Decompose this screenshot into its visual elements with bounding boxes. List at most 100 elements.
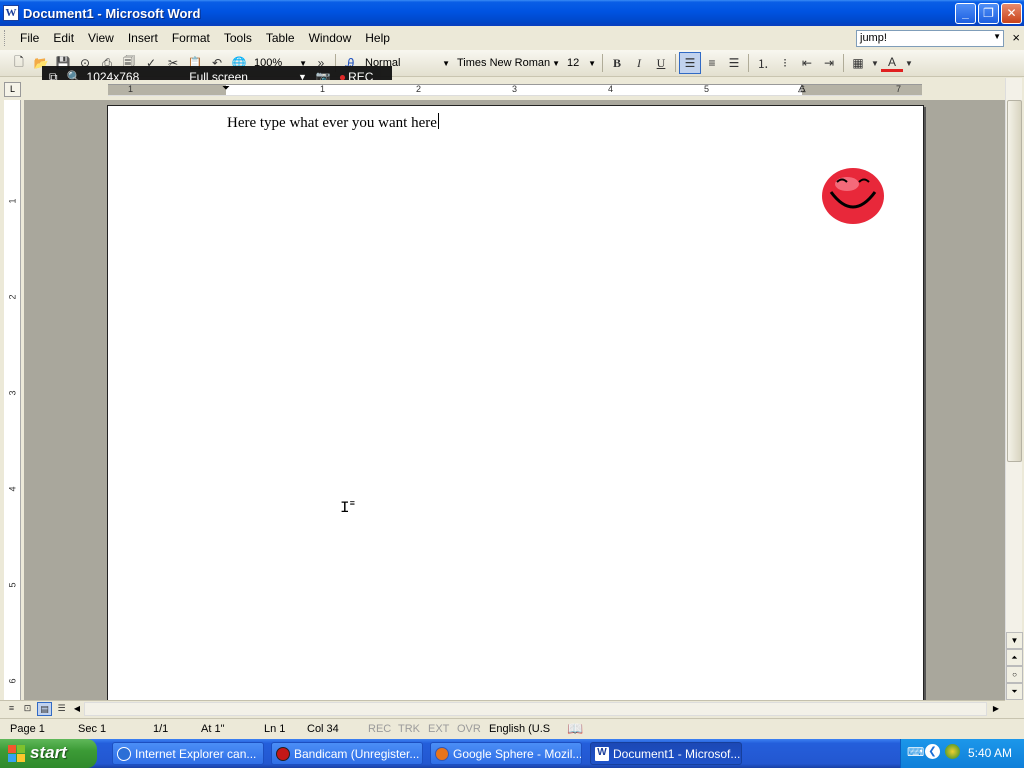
document-text-line[interactable]: Here type what ever you want here bbox=[227, 113, 439, 132]
next-page-icon[interactable]: ⏷ bbox=[1006, 683, 1023, 700]
chevron-down-icon[interactable]: ▼ bbox=[903, 52, 915, 74]
toolbar-separator bbox=[748, 54, 749, 72]
tab-selector-button[interactable]: L bbox=[4, 82, 21, 97]
chevron-down-icon[interactable]: ▼ bbox=[552, 59, 560, 68]
document-area: Here type what ever you want here I≡ bbox=[24, 100, 1005, 700]
status-rec[interactable]: REC bbox=[368, 723, 391, 735]
text-caret bbox=[437, 113, 439, 129]
smiley-face-image[interactable] bbox=[821, 167, 885, 225]
menu-view[interactable]: View bbox=[81, 29, 121, 47]
scroll-thumb[interactable] bbox=[1007, 100, 1022, 462]
firefox-icon bbox=[435, 747, 449, 761]
align-left-icon[interactable]: ☰ bbox=[679, 52, 701, 74]
scroll-right-arrow-icon[interactable]: ▶ bbox=[989, 702, 1003, 716]
menu-window[interactable]: Window bbox=[302, 29, 359, 47]
menu-file[interactable]: File bbox=[13, 29, 46, 47]
spelling-status-icon[interactable]: 📖 bbox=[567, 721, 583, 737]
ruler-number: 4 bbox=[608, 84, 614, 94]
start-label: start bbox=[30, 743, 67, 762]
status-at: At 1" bbox=[201, 723, 225, 735]
new-document-icon[interactable]: 🗋 bbox=[8, 52, 30, 74]
chevron-down-icon[interactable]: ▼ bbox=[869, 52, 881, 74]
title-bar: W Document1 - Microsoft Word _ ❐ ✕ bbox=[0, 0, 1024, 26]
word-app-icon[interactable]: W bbox=[3, 5, 19, 21]
status-language: English (U.S bbox=[489, 723, 551, 735]
print-layout-view-icon[interactable]: ▤ bbox=[37, 702, 52, 716]
tray-chevron-left-icon[interactable]: ❮ bbox=[925, 744, 940, 759]
horizontal-scrollbar-area: ≡ ⊡ ▤ ☰ ◀ ▶ bbox=[0, 700, 1005, 717]
first-line-indent-marker[interactable]: ⏷ bbox=[222, 83, 230, 94]
bullets-icon[interactable]: ⁝ bbox=[774, 52, 796, 74]
keyboard-icon[interactable]: ⌨ bbox=[907, 745, 924, 759]
previous-page-icon[interactable]: ⏶ bbox=[1006, 649, 1023, 666]
ruler-number: 1 bbox=[128, 84, 134, 94]
scroll-down-arrow-icon[interactable]: ▼ bbox=[1006, 632, 1023, 649]
taskbar-item-firefox[interactable]: Google Sphere - Mozil... bbox=[430, 742, 582, 765]
numbering-icon[interactable]: ⒈ bbox=[752, 52, 774, 74]
ruler-left-margin bbox=[108, 85, 226, 95]
document-text[interactable]: Here type what ever you want here bbox=[227, 115, 437, 131]
taskbar-item-ie[interactable]: Internet Explorer can... bbox=[112, 742, 264, 765]
status-page: Page 1 bbox=[10, 723, 45, 735]
outline-view-icon[interactable]: ☰ bbox=[54, 702, 69, 716]
bold-button[interactable]: B bbox=[606, 52, 628, 74]
menu-format[interactable]: Format bbox=[165, 29, 217, 47]
status-section: Sec 1 bbox=[78, 723, 107, 735]
minimize-button[interactable]: _ bbox=[955, 3, 976, 24]
taskbar-item-label: Google Sphere - Mozil... bbox=[453, 747, 582, 761]
vertical-ruler[interactable]: 1 2 3 4 5 6 bbox=[4, 100, 21, 700]
menu-insert[interactable]: Insert bbox=[121, 29, 165, 47]
close-button[interactable]: ✕ bbox=[1001, 3, 1022, 24]
web-layout-view-icon[interactable]: ⊡ bbox=[20, 702, 35, 716]
font-color-icon[interactable]: A bbox=[881, 54, 903, 72]
menu-edit[interactable]: Edit bbox=[46, 29, 81, 47]
taskbar-item-label: Bandicam (Unregister... bbox=[294, 747, 420, 761]
menu-tools[interactable]: Tools bbox=[217, 29, 259, 47]
horizontal-ruler[interactable]: 1 1 2 3 4 5 6 7 ⏷ △ bbox=[108, 83, 922, 96]
clock[interactable]: 5:40 AM bbox=[968, 746, 1012, 760]
increase-indent-icon[interactable]: ⇥ bbox=[818, 52, 840, 74]
taskbar-item-word[interactable]: W Document1 - Microsof... bbox=[590, 742, 742, 765]
normal-view-icon[interactable]: ≡ bbox=[4, 702, 19, 716]
restore-button[interactable]: ❐ bbox=[978, 3, 999, 24]
align-center-icon[interactable]: ≡ bbox=[701, 52, 723, 74]
align-right-icon[interactable]: ☰ bbox=[723, 52, 745, 74]
start-button[interactable]: start bbox=[0, 739, 97, 768]
chevron-down-icon[interactable]: ▼ bbox=[442, 59, 450, 68]
ask-question-text: jump! bbox=[860, 32, 887, 44]
chevron-down-icon[interactable]: ▼ bbox=[588, 59, 596, 68]
font-combo[interactable]: Times New Roman ▼ bbox=[453, 54, 563, 73]
menu-table[interactable]: Table bbox=[259, 29, 302, 47]
taskbar-item-label: Document1 - Microsof... bbox=[613, 747, 741, 761]
status-column: Col 34 bbox=[307, 723, 339, 735]
chevron-down-icon[interactable]: ▼ bbox=[993, 32, 1001, 41]
font-size-combo[interactable]: 12 ▼ bbox=[563, 54, 599, 73]
decrease-indent-icon[interactable]: ⇤ bbox=[796, 52, 818, 74]
document-page[interactable]: Here type what ever you want here I≡ bbox=[107, 105, 924, 700]
status-trk[interactable]: TRK bbox=[398, 723, 420, 735]
status-bar: Page 1 Sec 1 1/1 At 1" Ln 1 Col 34 REC T… bbox=[0, 718, 1024, 739]
right-indent-marker[interactable]: △ bbox=[798, 83, 806, 94]
ruler-number: 1 bbox=[320, 84, 326, 94]
document-close-icon[interactable]: × bbox=[1012, 30, 1020, 45]
vruler-number: 3 bbox=[7, 390, 18, 396]
toolbar-separator bbox=[675, 54, 676, 72]
menu-help[interactable]: Help bbox=[358, 29, 397, 47]
horizontal-scroll-track[interactable] bbox=[84, 702, 987, 716]
status-ovr[interactable]: OVR bbox=[457, 723, 481, 735]
ruler-number: 2 bbox=[416, 84, 422, 94]
status-ext[interactable]: EXT bbox=[428, 723, 449, 735]
browse-object-icon[interactable]: ○ bbox=[1006, 666, 1023, 683]
tray-app-icon[interactable] bbox=[945, 744, 960, 759]
taskbar: start Internet Explorer can... Bandicam … bbox=[0, 739, 1024, 768]
windows-logo-icon bbox=[8, 745, 25, 762]
scroll-left-arrow-icon[interactable]: ◀ bbox=[70, 702, 84, 716]
taskbar-item-bandicam[interactable]: Bandicam (Unregister... bbox=[271, 742, 423, 765]
borders-icon[interactable]: ▦ bbox=[847, 52, 869, 74]
underline-button[interactable]: U bbox=[650, 52, 672, 74]
vertical-scrollbar[interactable]: ▼ ⏶ ○ ⏷ bbox=[1005, 78, 1023, 700]
ask-question-box[interactable]: jump! ▼ bbox=[856, 30, 1004, 47]
toolbar-separator bbox=[843, 54, 844, 72]
menu-grip[interactable] bbox=[4, 30, 7, 46]
italic-button[interactable]: I bbox=[628, 52, 650, 74]
